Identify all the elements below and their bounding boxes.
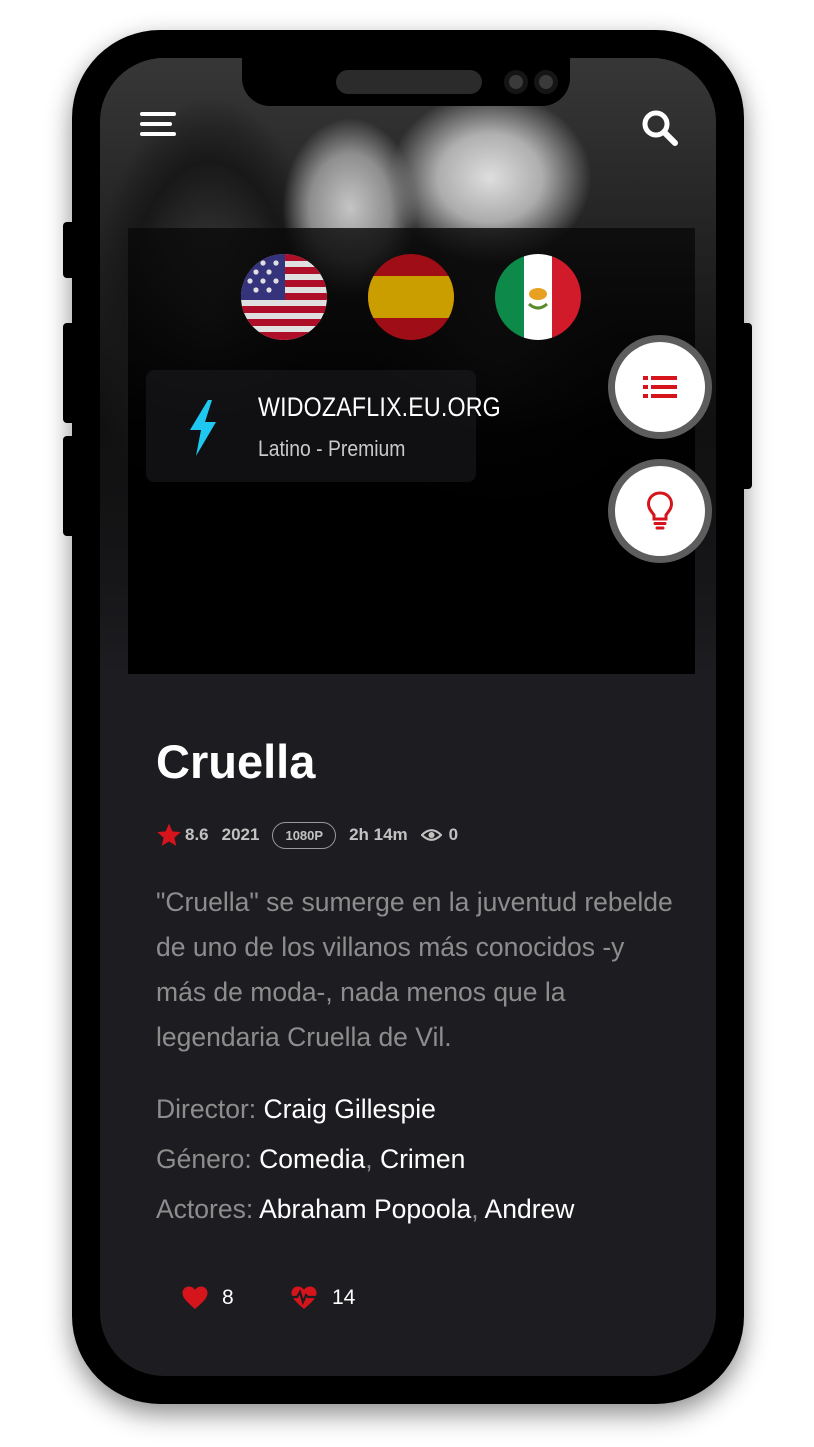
light-toggle-button[interactable] <box>608 459 712 563</box>
release-year: 2021 <box>221 825 260 844</box>
likes-count: 8 <box>222 1286 234 1309</box>
search-icon[interactable] <box>640 108 680 148</box>
phone-mockup: WIDOZAFLIX.EU.ORG Latino - Premium Cruel… <box>0 0 814 1447</box>
server-name: WIDOZAFLIX.EU.ORG <box>258 392 501 422</box>
genre-label: Género: <box>156 1144 252 1174</box>
heart-icon <box>182 1286 208 1309</box>
front-camera <box>504 70 528 94</box>
list-icon <box>643 376 677 398</box>
quality-badge: 1080P <box>272 821 337 849</box>
page-title: Cruella <box>156 735 316 788</box>
director-link[interactable]: Craig Gillespie <box>264 1094 436 1124</box>
genre-link[interactable]: Crimen <box>380 1144 465 1174</box>
episodes-list-button[interactable] <box>608 335 712 439</box>
notch <box>242 58 570 106</box>
language-flag-es[interactable] <box>368 254 454 340</box>
server-subtitle: Latino - Premium <box>258 436 406 461</box>
views-count: 0 <box>448 825 459 844</box>
actors-row: Actores: Abraham Popoola, Andrew <box>156 1184 574 1234</box>
speaker-grille <box>336 70 482 94</box>
actor-link[interactable]: Abraham Popoola <box>259 1194 471 1224</box>
lightning-bolt-icon <box>186 400 220 456</box>
face-sensor <box>534 70 558 94</box>
rating-value: 8.6 <box>185 825 209 844</box>
synopsis: "Cruella" se sumerge en la juventud rebe… <box>156 887 673 1052</box>
server-option[interactable]: WIDOZAFLIX.EU.ORG Latino - Premium <box>146 370 501 482</box>
actors-label: Actores: <box>156 1194 254 1224</box>
app-screen: WIDOZAFLIX.EU.ORG Latino - Premium Cruel… <box>100 58 716 1376</box>
eye-icon <box>420 829 442 841</box>
heartbeat-icon <box>290 1286 318 1309</box>
favorites-count: 14 <box>332 1286 356 1309</box>
star-icon <box>157 823 181 846</box>
genre-row: Género: Comedia, Crimen <box>156 1134 574 1184</box>
hamburger-menu-icon[interactable] <box>140 110 176 138</box>
actor-link[interactable]: Andrew <box>485 1194 575 1224</box>
views: 0 <box>420 825 459 845</box>
actor-separator: , <box>471 1194 479 1224</box>
lightbulb-icon <box>646 491 674 530</box>
genre-link[interactable]: Comedia <box>259 1144 365 1174</box>
favorite-button[interactable]: 14 <box>290 1286 355 1310</box>
duration: 2h 14m <box>349 825 408 844</box>
director-row: Director: Craig Gillespie <box>156 1084 574 1134</box>
credits: Director: Craig Gillespie Género: Comedi… <box>156 1084 574 1234</box>
language-flag-mx[interactable] <box>495 254 581 340</box>
rating: 8.6 <box>156 822 209 848</box>
language-flag-us[interactable] <box>241 254 327 340</box>
movie-meta: 8.6 2021 1080P 2h 14m 0 <box>156 820 458 850</box>
video-player-panel: WIDOZAFLIX.EU.ORG Latino - Premium <box>128 228 695 674</box>
director-label: Director: <box>156 1094 257 1124</box>
like-button[interactable]: 8 <box>182 1286 234 1310</box>
genre-separator: , <box>365 1144 373 1174</box>
